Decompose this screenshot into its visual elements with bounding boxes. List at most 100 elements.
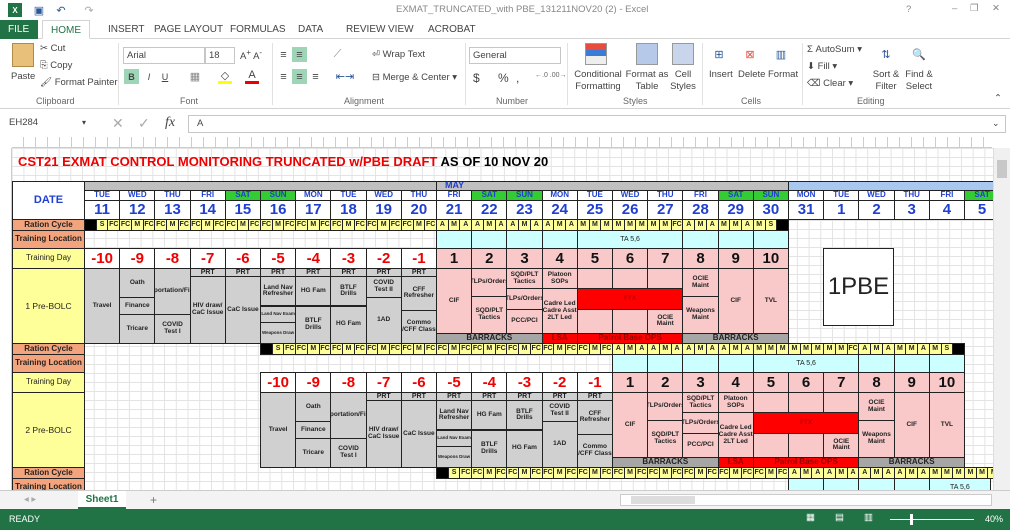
training-day-number[interactable]: -4	[295, 248, 332, 269]
page-layout-view-icon[interactable]: ▤	[835, 512, 844, 523]
training-location-cell[interactable]	[612, 354, 649, 373]
format-as-table-icon[interactable]	[636, 43, 658, 65]
training-day-number[interactable]: 7	[647, 248, 684, 269]
training-day-number[interactable]: -2	[541, 372, 578, 393]
training-day-number[interactable]: -6	[224, 248, 261, 269]
indent-icon[interactable]: ⇤⇥	[330, 69, 360, 84]
training-location-cell[interactable]	[788, 478, 825, 490]
font-color-icon[interactable]: A	[245, 69, 259, 84]
empty-event-cell[interactable]	[576, 308, 613, 334]
column-headers[interactable]	[12, 137, 992, 148]
training-day-number[interactable]: 5	[576, 248, 613, 269]
training-day-number[interactable]: 6	[612, 248, 649, 269]
date-cell[interactable]: 15	[224, 200, 261, 220]
name-box-dropdown-icon[interactable]: ▾	[82, 118, 86, 127]
sheet-nav-icon[interactable]: ◂ ▸	[24, 494, 36, 505]
sheet-title[interactable]: CST21 EXMAT CONTROL MONITORING TRUNCATED…	[18, 154, 548, 169]
event-cell[interactable]: COVID Test I	[330, 437, 367, 468]
training-day-number[interactable]: 2	[647, 372, 684, 393]
tab-page-layout[interactable]: PAGE LAYOUT	[146, 20, 231, 39]
date-cell[interactable]: 18	[330, 200, 367, 220]
number-format-select[interactable]: General	[469, 47, 561, 64]
training-location-cell[interactable]	[823, 478, 860, 490]
date-cell[interactable]: 28	[682, 200, 719, 220]
horizontal-scrollbar[interactable]	[620, 494, 992, 506]
event-cell[interactable]: BTLF Drills	[330, 276, 367, 307]
training-day-number[interactable]: 2	[471, 248, 508, 269]
date-cell[interactable]: 16	[260, 200, 297, 220]
event-cell[interactable]: TLPs/Orders	[647, 392, 684, 422]
training-location-cell[interactable]: TA 5,6	[928, 478, 991, 490]
training-day-number[interactable]: 4	[541, 248, 578, 269]
event-cell[interactable]: OCIE Maint	[647, 308, 684, 334]
tab-acrobat[interactable]: ACROBAT	[420, 20, 484, 39]
event-cell[interactable]: HG Fam	[295, 276, 332, 307]
date-cell[interactable]: 3	[893, 200, 930, 220]
vertical-scrollbar[interactable]	[993, 148, 1010, 490]
event-cell[interactable]: FTX	[576, 288, 684, 310]
event-cell[interactable]: Oath	[295, 392, 332, 423]
empty-event-cell[interactable]	[647, 268, 684, 290]
event-cell[interactable]: OCIE Maint	[858, 392, 895, 422]
event-cell[interactable]: PCC/PCI	[682, 432, 719, 458]
event-cell[interactable]: CIF	[717, 268, 754, 334]
date-cell[interactable]: 24	[541, 200, 578, 220]
training-location-label[interactable]: Training Location	[12, 230, 85, 249]
date-cell[interactable]: 13	[154, 200, 191, 220]
event-cell[interactable]: Land Nav Exam	[436, 429, 473, 448]
event-cell[interactable]: HIV draw/ CaC Issue	[189, 276, 226, 344]
event-cell[interactable]: Platoon SOPs	[541, 268, 578, 290]
redo-icon[interactable]: ↷	[82, 3, 96, 17]
training-day-number[interactable]: -1	[576, 372, 613, 393]
find-select-icon[interactable]: 🔍	[909, 44, 929, 64]
event-cell[interactable]: TLPs/Orders	[506, 288, 543, 310]
conditional-formatting-icon[interactable]	[585, 43, 607, 65]
date-cell[interactable]: 26	[612, 200, 649, 220]
minimize-button[interactable]: –	[952, 3, 957, 14]
date-cell[interactable]: 12	[119, 200, 156, 220]
training-day-number[interactable]: -10	[84, 248, 121, 269]
delete-cells-icon[interactable]: ⊠	[740, 44, 760, 64]
event-cell[interactable]: FTX	[752, 412, 860, 434]
event-cell[interactable]: COVID Test I	[154, 313, 191, 344]
date-cell[interactable]: 21	[436, 200, 473, 220]
cell-styles-button[interactable]: Cell Styles	[666, 69, 700, 93]
event-cell[interactable]: Land Nav Refresher	[260, 276, 297, 307]
cancel-icon[interactable]: ✕	[112, 115, 124, 132]
event-cell[interactable]: Weapons Draw	[260, 322, 297, 344]
event-cell[interactable]: CFF Refresher	[400, 276, 437, 311]
name-box[interactable]: EH284	[6, 115, 94, 133]
zoom-slider[interactable]	[890, 514, 974, 525]
horizontal-scroll-thumb[interactable]	[631, 496, 695, 504]
empty-event-cell[interactable]	[576, 268, 613, 290]
event-cell[interactable]: BTLF Drills	[506, 400, 543, 431]
training-day-label[interactable]: Training Day	[12, 248, 85, 269]
date-cell[interactable]: 14	[189, 200, 226, 220]
event-cell[interactable]: CFF Refresher	[576, 400, 613, 435]
sort-filter-button[interactable]: Sort & Filter	[870, 69, 902, 93]
scroll-thumb[interactable]	[997, 160, 1007, 178]
paste-icon[interactable]	[12, 43, 34, 67]
date-cell[interactable]: 2	[858, 200, 895, 220]
event-cell[interactable]: SQD/PLT Tactics	[506, 268, 543, 290]
event-cell[interactable]: SQD/PLT Tactics	[682, 392, 719, 414]
training-day-number[interactable]: 1	[436, 248, 473, 269]
currency-button[interactable]: $	[473, 71, 480, 85]
autosum-button[interactable]: Σ AutoSum ▾	[807, 44, 862, 55]
training-location-cell[interactable]	[436, 230, 473, 249]
tab-data[interactable]: DATA	[290, 20, 331, 39]
training-location-cell[interactable]	[682, 354, 719, 373]
class-label[interactable]: 1 Pre-BOLC	[12, 268, 85, 344]
event-cell[interactable]: Travel	[260, 392, 297, 468]
event-cell[interactable]: Weapons Maint	[682, 296, 719, 334]
event-cell[interactable]: Cadre Led Cadre Asst 2LT Led	[717, 412, 754, 458]
event-cell[interactable]: SQD/PLT Tactics	[471, 296, 508, 334]
tab-view[interactable]: VIEW	[380, 20, 422, 39]
date-cell[interactable]: 30	[752, 200, 789, 220]
event-cell[interactable]: PCC/PCI	[506, 308, 543, 334]
training-location-cell[interactable]: TA 5,6	[576, 230, 684, 249]
training-location-label[interactable]: Training Location	[12, 478, 85, 490]
save-icon[interactable]: ▣	[32, 3, 46, 17]
cell-styles-icon[interactable]	[672, 43, 694, 65]
date-cell[interactable]: 5	[964, 200, 993, 220]
